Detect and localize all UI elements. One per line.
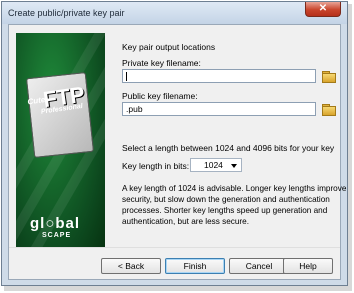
public-key-label: Public key filename: [122,91,198,101]
close-icon: ✕ [318,3,328,14]
chevron-down-icon [231,164,237,168]
back-button[interactable]: < Back [101,258,161,274]
browse-private-key-button[interactable] [321,69,336,83]
help-button[interactable]: Help [283,258,333,274]
logo-scape-text: SCAPE [42,232,72,239]
finish-button[interactable]: Finish [165,258,225,274]
key-length-description: A key length of 1024 is advisable. Longe… [122,183,346,227]
key-length-select[interactable]: 1024 [190,158,242,172]
description-line: processes. Shorter key lengths speed up … [122,206,328,215]
description-line: A key length of 1024 is advisable. Longe… [122,184,347,193]
description-line: security, but slow down the generation a… [122,195,330,204]
public-key-input[interactable]: .pub [122,102,316,116]
button-bar: < Back Finish Cancel Help [9,247,340,279]
title-bar[interactable]: Create public/private key pair ✕ [2,2,347,24]
key-length-value: 1024 [204,160,223,170]
private-key-input[interactable] [122,69,316,83]
browse-public-key-button[interactable] [321,102,336,116]
form-content: Key pair output locations Private key fi… [122,25,346,265]
cancel-button[interactable]: Cancel [229,258,289,274]
section-heading: Key pair output locations [122,42,216,52]
logo-global-text: gl○bal [30,215,81,232]
window-title: Create public/private key pair [8,8,125,18]
dialog-window: Create public/private key pair ✕ Cute FT… [1,1,348,286]
public-key-value: .pub [126,104,143,114]
description-line: authentication, but are less secure. [122,217,249,226]
private-key-label: Private key filename: [122,58,201,68]
close-button[interactable]: ✕ [305,2,341,17]
globalscape-logo: gl○bal SCAPE [30,215,80,239]
dialog-client-area: Cute FTP Professional gl○bal SCAPE Key p… [8,24,346,280]
cuteftp-banner-image: Cute FTP Professional gl○bal SCAPE [16,33,105,257]
key-length-label: Key length in bits: [122,161,190,171]
key-length-instruction: Select a length between 1024 and 4096 bi… [122,143,335,153]
divider [9,247,340,248]
